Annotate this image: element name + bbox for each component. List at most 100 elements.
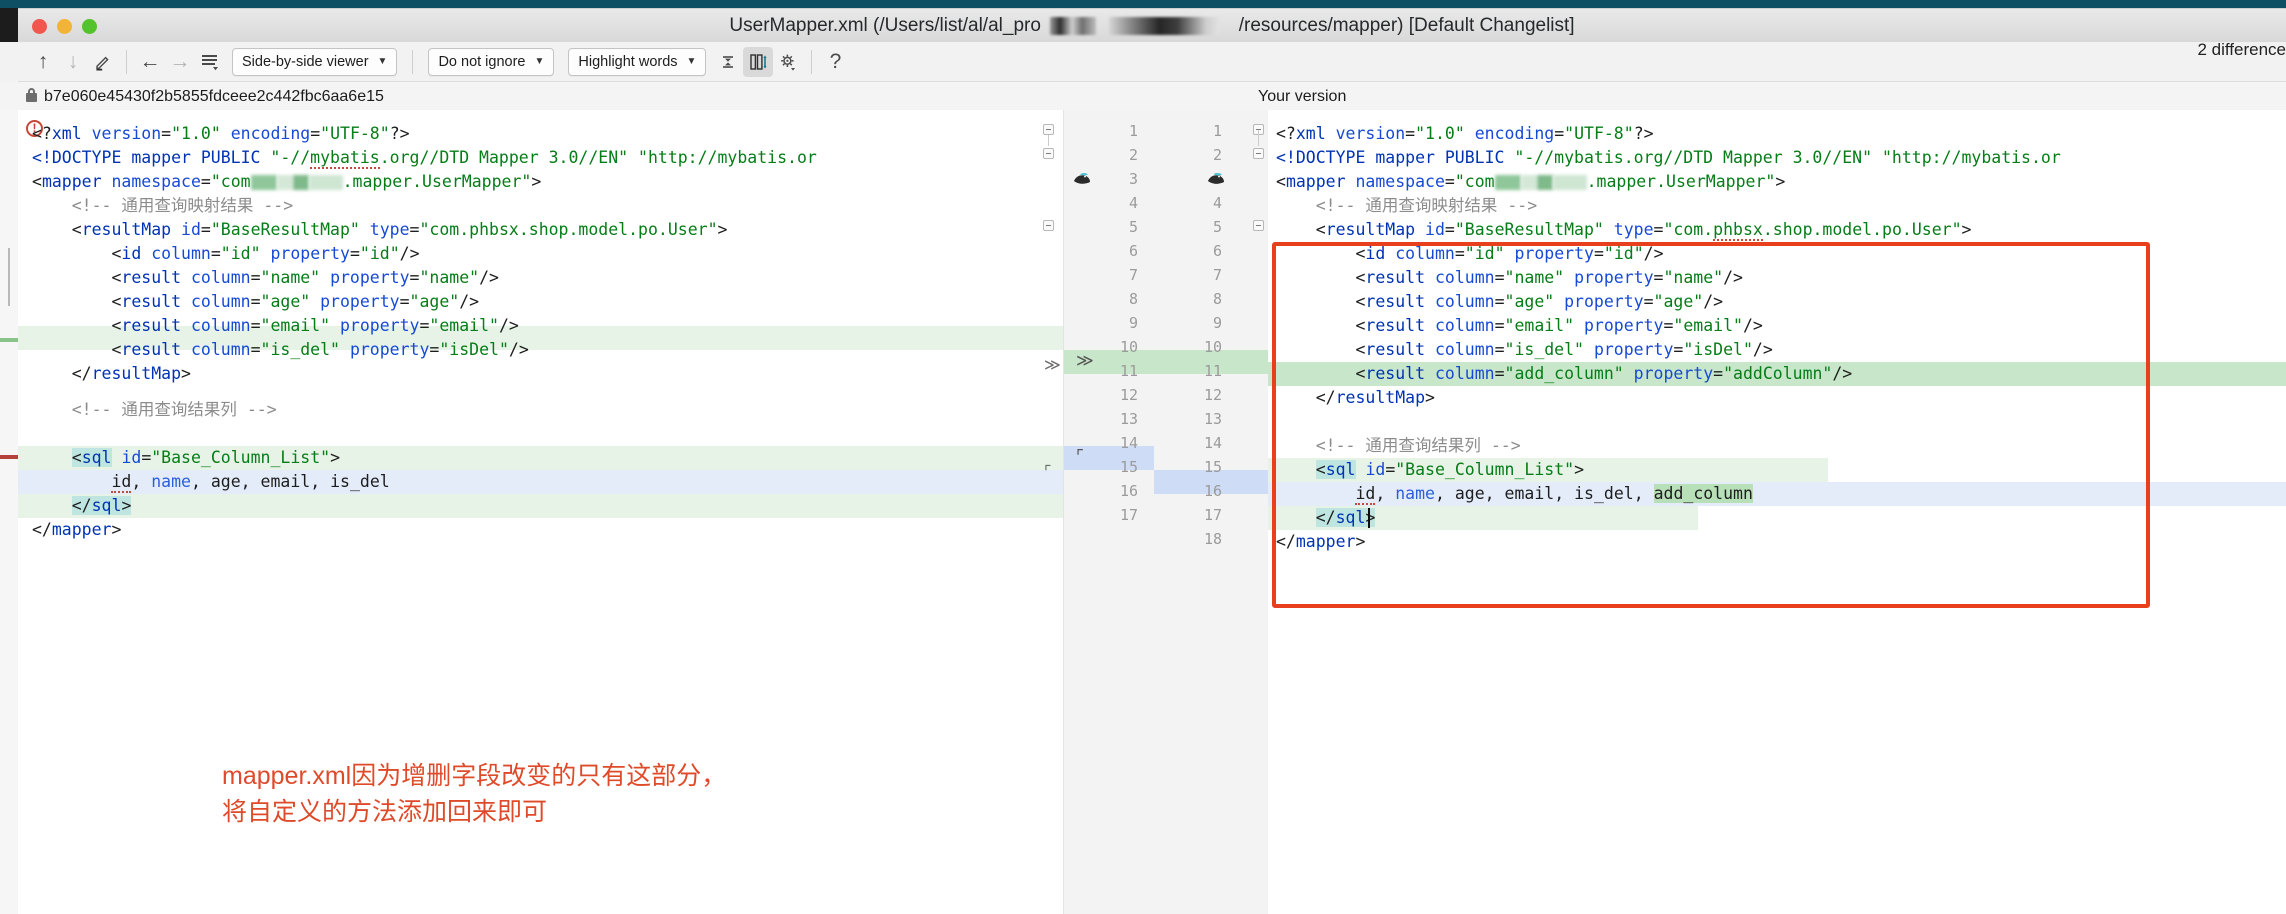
wrap-arrow-icon: ⌜ [1044,462,1052,481]
code-line: <resultMap id="BaseResultMap" type="com.… [1315,220,1972,241]
chevron-down-icon: ▼ [377,56,388,67]
fold-line-right [1258,130,1259,146]
whitespace-mode-label: Do not ignore [438,53,526,70]
fold-marker-line-1[interactable] [1043,124,1054,135]
pencil-icon[interactable] [88,47,118,77]
code-line: <mapper namespace="com .mapper.UserMapper… [32,172,542,191]
viewer-mode-select[interactable]: Side-by-side viewer ▼ [232,47,398,76]
toolbar-divider-1 [126,49,127,74]
window-title: UserMapper.xml (/Users/list/al/al_pro /r… [18,15,2286,37]
redacted-path-block-1 [1050,16,1097,35]
code-line: <result column="email" property="email"/… [1355,316,1763,335]
left-line-number: 10 [1119,338,1138,356]
arrow-up-icon[interactable]: ↑ [28,47,58,77]
window-title-prefix: UserMapper.xml (/Users/list/al/al_pro [729,15,1041,36]
left-line-number: 7 [1128,266,1138,284]
code-line: <?xml version="1.0" encoding="UTF-8"?> [32,124,410,143]
code-line: <result column="is_del" property="isDel"… [1355,340,1773,359]
right-line-number: 9 [1212,314,1222,332]
window-top-strip [0,0,2286,8]
highlight-mode-label: Highlight words [578,53,678,70]
arrow-down-icon[interactable]: ↓ [58,47,88,77]
code-line: <!-- 通用查询结果列 --> [71,400,277,419]
right-line-number: 4 [1212,194,1222,212]
inline-added-token: add_column [1653,484,1753,503]
code-line: <result column="age" property="age"/> [111,292,480,311]
difference-count: 2 difference [2197,40,2286,59]
toolbar-divider-3 [811,49,813,74]
left-line-number: 1 [1128,122,1138,140]
toolbar-divider-2 [412,49,414,74]
code-line-added: <result column="add_column" property="ad… [1355,364,1853,383]
code-line: </mapper> [32,520,122,539]
gutter-band-added [1064,350,1269,374]
code-line: <?xml version="1.0" encoding="UTF-8"?> [1276,124,1654,143]
code-line: <result column="age" property="age"/> [1355,292,1724,311]
line-number-gutter: 1 2 3 4 5 6 7 8 9 10 11 12 13 14 15 16 1… [1063,110,1270,914]
code-line: <!-- 通用查询结果列 --> [1315,436,1521,455]
window-title-suffix: /resources/mapper) [Default Changelist] [1238,15,1575,36]
code-line: <sql id="Base_Column_List"> [1315,460,1584,479]
lock-icon [26,87,37,102]
stacked-lines-icon[interactable] [195,47,225,77]
diff-toolbar: ↑ ↓ ← → Side-by-side viewer ▼ Do not ign… [18,42,2286,82]
right-line-number: 6 [1212,242,1222,260]
right-panel-header: Your version [1258,84,1346,110]
code-line: <result column="name" property="name"/> [1355,268,1743,287]
left-line-number: 2 [1128,146,1138,164]
left-line-number: 6 [1128,242,1138,260]
left-line-number: 16 [1119,482,1138,500]
code-line: </resultMap> [71,364,191,383]
left-line-number: 8 [1128,290,1138,308]
gear-icon[interactable] [773,47,803,77]
chevron-down-icon: ▼ [686,56,697,67]
left-change-markers-strip[interactable] [0,110,19,914]
right-code-pane[interactable]: <?xml version="1.0" encoding="UTF-8"?> <… [1268,110,2286,914]
left-panel-header: b7e060e45430f2b5855fdceee2c442fbc6aa6e15 [26,84,384,110]
sync-scroll-icon[interactable] [743,46,774,77]
arrow-corner-icon[interactable]: ⌜ [1076,447,1084,467]
code-line: </sql> [71,496,132,515]
right-line-number: 11 [1203,362,1222,380]
fold-marker-right-line-2[interactable] [1253,148,1264,159]
code-line: </mapper> [1276,532,1366,551]
left-edge-change-modified [0,455,18,459]
text-caret [1368,508,1370,528]
left-edge-change-added [0,338,18,342]
chevron-down-icon: ▼ [534,56,545,67]
arrow-right-icon[interactable]: → [165,47,195,77]
fold-marker-right-line-5[interactable] [1253,220,1264,231]
toolbar-left-edge [0,42,18,82]
right-line-number: 13 [1203,410,1222,428]
right-line-number: 16 [1203,482,1222,500]
fold-marker-line-2[interactable] [1043,148,1054,159]
left-line-number: 11 [1119,362,1138,380]
right-line-number: 8 [1212,290,1222,308]
right-version-label: Your version [1258,88,1347,105]
code-line: <mapper namespace="com .mapper.UserMapper… [1276,172,1786,191]
question-mark-icon[interactable]: ? [820,47,850,77]
code-line: <resultMap id="BaseResultMap" type="com.… [71,220,728,239]
diff-window: UserMapper.xml (/Users/list/al/al_pro /r… [0,0,2286,914]
left-line-number: 13 [1119,410,1138,428]
right-line-number: 5 [1212,218,1222,236]
code-line: <!-- 通用查询映射结果 --> [71,196,294,215]
left-line-number: 14 [1119,434,1138,452]
whitespace-mode-select[interactable]: Do not ignore ▼ [428,47,555,76]
right-line-number: 1 [1212,122,1222,140]
left-edge-line-1 [8,248,10,306]
viewer-mode-label: Side-by-side viewer [242,53,369,70]
right-line-number: 2 [1212,146,1222,164]
left-line-number: 5 [1128,218,1138,236]
arrow-left-icon[interactable]: ← [135,47,165,77]
redacted-path-block-2 [1109,16,1220,35]
left-revision-hash: b7e060e45430f2b5855fdceee2c442fbc6aa6e15 [44,88,384,105]
chevron-double-right-icon[interactable]: ≫ [1076,351,1094,371]
collapse-unchanged-icon[interactable] [713,47,743,77]
mybatis-bird-icon[interactable] [1206,170,1226,187]
highlight-mode-select[interactable]: Highlight words ▼ [568,47,707,76]
fold-marker-line-5[interactable] [1043,220,1054,231]
mybatis-bird-icon[interactable] [1072,170,1092,187]
code-line: <!DOCTYPE mapper PUBLIC "-//mybatis.org/… [1276,148,2061,167]
code-line: </sql> [1315,508,1376,527]
